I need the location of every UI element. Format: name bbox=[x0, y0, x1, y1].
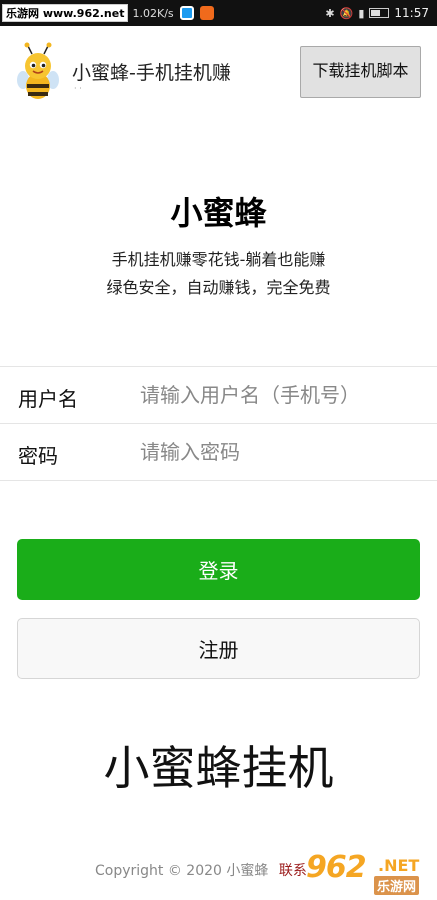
watermark-logo: 962 .NET 乐游网 bbox=[296, 848, 432, 896]
signal-icon: ▮ bbox=[358, 6, 365, 20]
watermark-net: .NET bbox=[378, 856, 420, 875]
watermark-tag: 乐游网 www.962.net bbox=[2, 4, 129, 22]
login-form: 用户名 密码 bbox=[0, 366, 437, 481]
hero-title: 小蜜蜂 bbox=[170, 194, 267, 232]
app-title-overflow: · · bbox=[74, 84, 82, 93]
copyright-text: Copyright © 2020 小蜜蜂 bbox=[95, 863, 269, 879]
hero-subtitle: 绿色安全，自动赚钱，完全免费 bbox=[106, 278, 331, 297]
brand-banner-title: 小蜜蜂挂机 bbox=[103, 741, 334, 795]
status-icons: ✱ 🔕 ▮ 11:57 bbox=[325, 6, 437, 20]
app-title: 小蜜蜂-手机挂机赚 bbox=[72, 62, 231, 84]
battery-icon bbox=[369, 8, 390, 18]
watermark-site: 乐游网 bbox=[374, 876, 420, 895]
app-notification-icon bbox=[199, 6, 214, 20]
network-speed: 1.02K/s bbox=[132, 6, 174, 20]
bluetooth-icon: ✱ bbox=[325, 6, 335, 20]
download-script-button[interactable]: 下载挂机脚本 bbox=[300, 46, 421, 98]
mute-icon: 🔕 bbox=[339, 6, 354, 20]
password-row: 密码 bbox=[0, 424, 437, 481]
password-input[interactable] bbox=[140, 434, 420, 470]
hero-subtitle: 手机挂机赚零花钱-躺着也能赚 bbox=[111, 250, 326, 269]
username-input[interactable] bbox=[140, 377, 420, 413]
username-row: 用户名 bbox=[0, 367, 437, 424]
status-bar: 乐游网 www.962.net 1.02K/s ✱ 🔕 ▮ 11:57 bbox=[0, 0, 437, 26]
register-button[interactable]: 注册 bbox=[17, 618, 420, 679]
footer: Copyright © 2020 小蜜蜂 联系 bbox=[95, 860, 307, 880]
login-button[interactable]: 登录 bbox=[17, 539, 420, 600]
clock: 11:57 bbox=[394, 6, 429, 20]
password-label: 密码 bbox=[18, 444, 58, 468]
app-header: 小蜜蜂-手机挂机赚 · · 下载挂机脚本 bbox=[0, 26, 437, 110]
app-notification-icon bbox=[179, 6, 194, 20]
username-label: 用户名 bbox=[18, 387, 78, 411]
bee-logo-icon bbox=[17, 42, 59, 99]
watermark-number: 962 bbox=[306, 850, 367, 885]
